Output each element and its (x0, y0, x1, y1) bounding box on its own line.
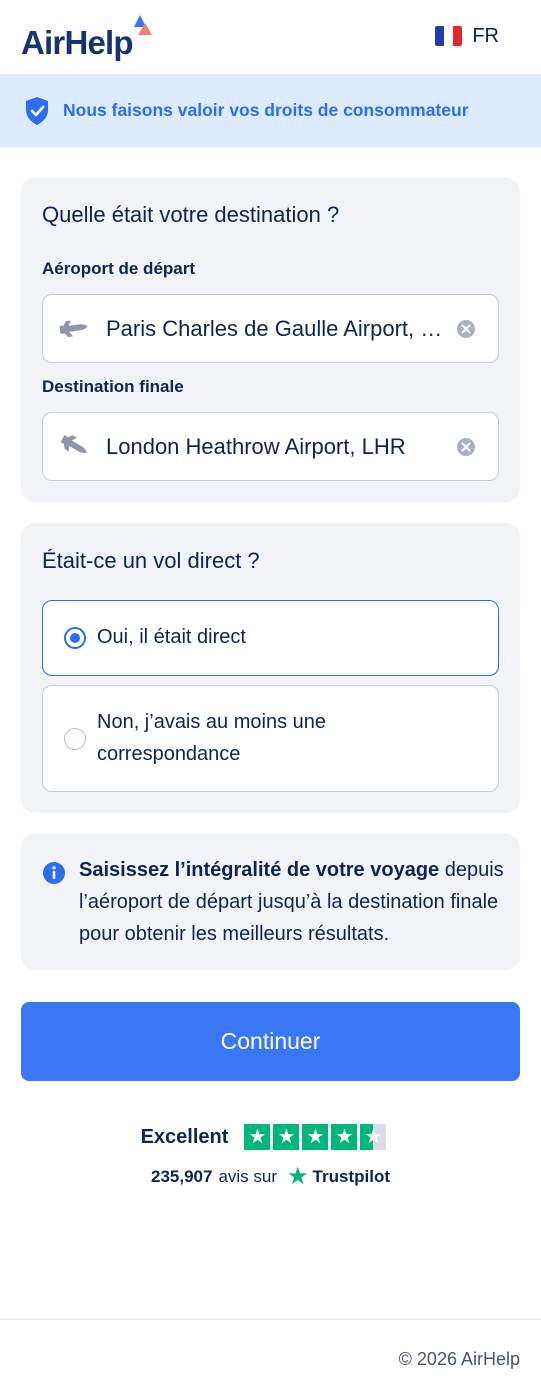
plane-landing-icon (60, 434, 87, 453)
arrival-label: Destination finale (42, 377, 184, 396)
trustpilot-star-icon: ★ (287, 1163, 309, 1190)
shield-check-icon (26, 96, 48, 125)
option-direct-no[interactable]: Non, j’avais au moins une correspondance (42, 685, 499, 792)
radio-no[interactable] (64, 728, 86, 750)
half-star-icon: ★ (360, 1124, 387, 1150)
star-icon: ★ (273, 1124, 300, 1150)
arrival-airport-input[interactable]: London Heathrow Airport, LHR (42, 412, 499, 481)
info-icon (43, 862, 65, 884)
departure-airport-value: Paris Charles de Gaulle Airport, CDG (106, 315, 446, 341)
option-no-label: Non, j’avais au moins une correspondance (97, 711, 327, 765)
arrival-airport-value: London Heathrow Airport, LHR (106, 433, 406, 459)
star-icon: ★ (302, 1124, 329, 1150)
airhelp-logo[interactable]: AirHelp (21, 24, 134, 62)
trustpilot-reviews[interactable]: 235,907 avis sur ★ Trustpilot (0, 1163, 541, 1190)
plane-takeoff-icon (59, 320, 88, 337)
logo-mark-icon (134, 15, 152, 35)
departure-label: Aéroport de départ (42, 259, 196, 278)
info-card: Saisissez l’intégralité de votre voyage … (21, 834, 520, 970)
trustpilot-rating: Excellent ★ ★ ★ ★ ★ (0, 1124, 541, 1150)
language-selector[interactable]: FR (435, 22, 499, 50)
destination-title: Quelle était votre destination ? (42, 202, 340, 227)
review-count: 235,907 (151, 1167, 213, 1186)
footer-copyright: © 2026 AirHelp (398, 1349, 520, 1369)
direct-flight-title: Était-ce un vol direct ? (42, 548, 260, 573)
radio-yes[interactable] (64, 627, 86, 649)
clear-departure-icon[interactable] (456, 319, 476, 339)
reviews-on-label: avis sur (218, 1167, 278, 1186)
destination-card: Quelle était votre destination ? Aéropor… (21, 178, 520, 502)
trustpilot-stars: ★ ★ ★ ★ ★ (244, 1124, 387, 1150)
banner-text: Nous faisons valoir vos droits de consom… (63, 100, 469, 120)
direct-flight-card: Était-ce un vol direct ? Oui, il était d… (21, 523, 520, 813)
footer-divider (0, 1319, 541, 1320)
info-text: Saisissez l’intégralité de votre voyage … (79, 854, 509, 950)
departure-airport-input[interactable]: Paris Charles de Gaulle Airport, CDG (42, 294, 499, 363)
header: AirHelp FR (0, 0, 541, 74)
continue-button[interactable]: Continuer (21, 1002, 520, 1081)
language-label: FR (472, 24, 499, 47)
star-icon: ★ (331, 1124, 358, 1150)
info-text-bold: Saisissez l’intégralité de votre voyage (79, 859, 440, 881)
clear-arrival-icon[interactable] (456, 437, 476, 457)
france-flag-icon (435, 26, 463, 46)
star-icon: ★ (244, 1124, 271, 1150)
consumer-rights-banner: Nous faisons valoir vos droits de consom… (0, 74, 541, 147)
option-direct-yes[interactable]: Oui, il était direct (42, 600, 499, 676)
rating-label: Excellent (140, 1125, 229, 1148)
trustpilot-brand: Trustpilot (312, 1167, 390, 1186)
option-yes-label: Oui, il était direct (97, 626, 246, 648)
